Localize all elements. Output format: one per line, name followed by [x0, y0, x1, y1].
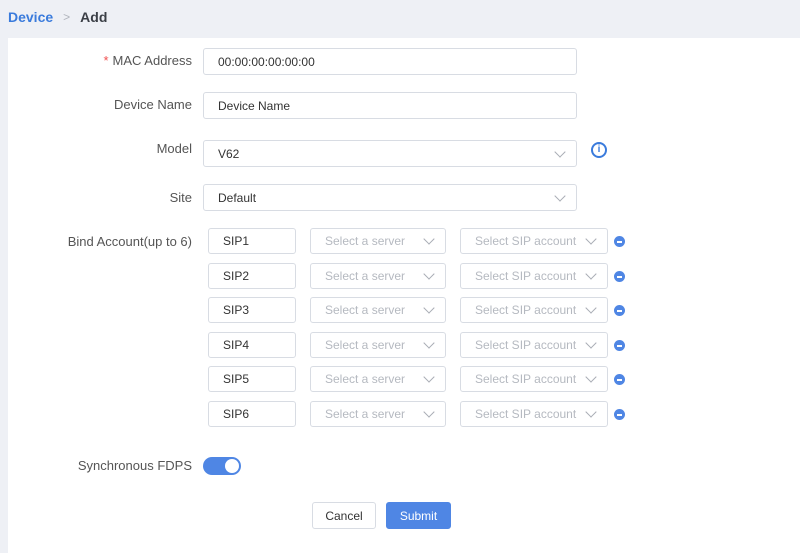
- account-name-field[interactable]: SIP5: [208, 366, 296, 392]
- model-value: V62: [218, 146, 240, 161]
- server-select[interactable]: Select a server: [310, 366, 446, 392]
- site-label: Site: [169, 190, 192, 205]
- breadcrumb: Device > Add: [8, 8, 107, 26]
- server-select[interactable]: Select a server: [310, 297, 446, 323]
- mac-address-input[interactable]: [203, 48, 577, 75]
- model-label: Model: [156, 141, 192, 156]
- required-mark: *: [103, 53, 109, 68]
- chevron-down-icon: [585, 268, 597, 280]
- sip-account-select[interactable]: Select SIP account: [460, 366, 608, 392]
- mac-address-label: * MAC Address: [103, 53, 192, 68]
- account-name-field[interactable]: SIP4: [208, 332, 296, 358]
- account-name-field[interactable]: SIP3: [208, 297, 296, 323]
- remove-account-icon[interactable]: [614, 305, 625, 316]
- server-select[interactable]: Select a server: [310, 401, 446, 427]
- chevron-down-icon: [585, 406, 597, 418]
- chevron-down-icon: [585, 371, 597, 383]
- remove-account-icon[interactable]: [614, 409, 625, 420]
- sip-account-select[interactable]: Select SIP account: [460, 332, 608, 358]
- remove-account-icon[interactable]: [614, 236, 625, 247]
- info-icon[interactable]: i: [591, 142, 607, 158]
- add-device-form: *MAC Address Device Name Model V62 i Sit…: [8, 38, 800, 553]
- server-select[interactable]: Select a server: [310, 263, 446, 289]
- chevron-down-icon: [423, 337, 435, 349]
- bind-account-label: Bind Account(up to 6): [67, 234, 192, 249]
- sip-account-select[interactable]: Select SIP account: [460, 297, 608, 323]
- chevron-down-icon: [423, 406, 435, 418]
- sync-fdps-label: Synchronous FDPS: [77, 458, 192, 473]
- remove-account-icon[interactable]: [614, 374, 625, 385]
- sync-fdps-toggle[interactable]: [203, 457, 241, 475]
- model-select[interactable]: V62: [203, 140, 577, 167]
- sip-account-select[interactable]: Select SIP account: [460, 263, 608, 289]
- breadcrumb-device-link[interactable]: Device: [8, 9, 53, 25]
- site-value: Default: [218, 190, 257, 205]
- chevron-down-icon: [423, 371, 435, 383]
- cancel-button[interactable]: Cancel: [312, 502, 376, 529]
- device-name-label: Device Name: [113, 97, 192, 112]
- chevron-down-icon: [423, 268, 435, 280]
- server-select[interactable]: Select a server: [310, 332, 446, 358]
- sip-account-select[interactable]: Select SIP account: [460, 228, 608, 254]
- remove-account-icon[interactable]: [614, 340, 625, 351]
- chevron-right-icon: >: [63, 10, 71, 24]
- account-name-field[interactable]: SIP6: [208, 401, 296, 427]
- toggle-knob: [225, 459, 239, 473]
- breadcrumb-current: Add: [80, 9, 108, 25]
- server-select[interactable]: Select a server: [310, 228, 446, 254]
- chevron-down-icon: [423, 302, 435, 314]
- account-name-field[interactable]: SIP1: [208, 228, 296, 254]
- remove-account-icon[interactable]: [614, 271, 625, 282]
- chevron-down-icon: [585, 302, 597, 314]
- chevron-down-icon: [585, 337, 597, 349]
- submit-button[interactable]: Submit: [386, 502, 451, 529]
- chevron-down-icon: [554, 189, 566, 202]
- chevron-down-icon: [423, 233, 435, 245]
- device-name-input[interactable]: [203, 92, 577, 119]
- chevron-down-icon: [554, 145, 566, 158]
- chevron-down-icon: [585, 233, 597, 245]
- account-name-field[interactable]: SIP2: [208, 263, 296, 289]
- sip-account-select[interactable]: Select SIP account: [460, 401, 608, 427]
- site-select[interactable]: Default: [203, 184, 577, 211]
